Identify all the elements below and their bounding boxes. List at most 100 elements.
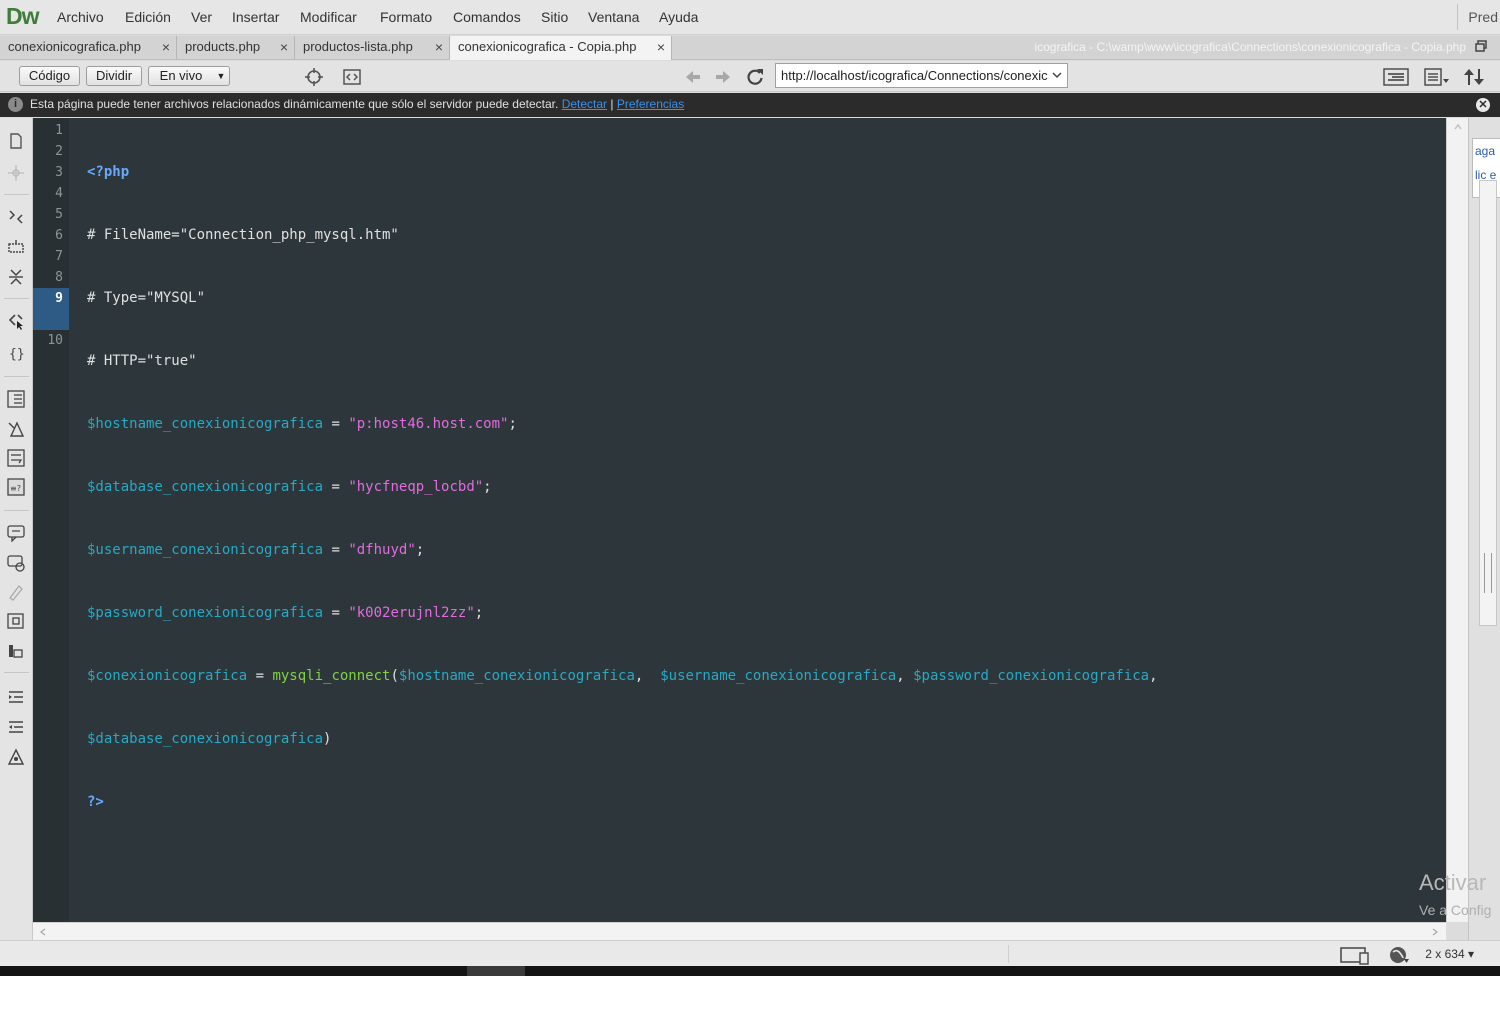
comment: # Type="MYSQL": [87, 290, 206, 306]
detect-link[interactable]: Detectar: [562, 97, 607, 111]
menu-ver[interactable]: Ver: [191, 9, 212, 25]
menu-comandos[interactable]: Comandos: [453, 9, 521, 25]
expand-all-icon[interactable]: [7, 268, 25, 286]
balance-braces-icon[interactable]: {}: [7, 344, 25, 362]
toolbar-divider: [4, 194, 29, 195]
menu-bar: Dw Archivo Edición Ver Insertar Modifica…: [0, 0, 1500, 35]
document-toolbar: Código Dividir En vivo ▼: [0, 61, 1500, 92]
menu-ayuda[interactable]: Ayuda: [659, 9, 698, 25]
comment: # HTTP="true": [87, 353, 197, 369]
inspect-icon[interactable]: [304, 67, 324, 87]
collapse-full-tag-icon[interactable]: [7, 208, 25, 226]
code-content[interactable]: <?php # FileName="Connection_php_mysql.h…: [87, 120, 1158, 855]
variable: $conexionicografica: [87, 668, 248, 684]
tab-conexionicografica-copia[interactable]: conexionicografica - Copia.php ×: [450, 36, 672, 60]
line-number: 5: [55, 207, 63, 222]
tab-productos-lista[interactable]: productos-lista.php ×: [295, 36, 450, 59]
workspace-switcher[interactable]: Pred: [1468, 9, 1498, 25]
editor-horizontal-scrollbar[interactable]: [33, 922, 1446, 940]
preferences-link[interactable]: Preferencias: [617, 97, 684, 111]
toolbar-divider: [4, 510, 29, 511]
app-logo: Dw: [6, 3, 39, 29]
menu-modificar[interactable]: Modificar: [300, 9, 357, 25]
globe-icon[interactable]: [1388, 945, 1410, 965]
syntax-error-alerts-icon[interactable]: [7, 449, 25, 467]
punctuation: ,: [896, 668, 914, 684]
editor-vertical-scrollbar[interactable]: [1446, 118, 1468, 922]
refresh-icon[interactable]: [745, 67, 765, 87]
open-documents-icon[interactable]: [7, 132, 25, 150]
line-number: 6: [55, 228, 63, 243]
line-number: 7: [55, 249, 63, 264]
menu-sitio[interactable]: Sitio: [541, 9, 568, 25]
panel-scrollbar[interactable]: [1479, 180, 1497, 626]
code-line-10: ?>: [87, 792, 1158, 813]
word-wrap-icon[interactable]: ≡?: [7, 478, 25, 496]
remove-comment-icon[interactable]: [7, 554, 25, 572]
recent-snippets-icon[interactable]: [7, 612, 25, 630]
view-options-icon[interactable]: [1424, 67, 1450, 87]
close-icon[interactable]: ×: [435, 36, 443, 58]
window-size-display[interactable]: 2 x 634 ▾: [1425, 947, 1474, 961]
taskbar: [0, 966, 1500, 976]
menu-ventana[interactable]: Ventana: [588, 9, 639, 25]
address-input[interactable]: http://localhost/icografica/Connections/…: [775, 63, 1068, 88]
show-code-navigator-icon[interactable]: [7, 164, 25, 182]
move-css-icon[interactable]: [7, 642, 25, 660]
close-icon[interactable]: ✕: [1476, 98, 1490, 112]
indent-code-icon[interactable]: [7, 688, 25, 706]
line-numbers-icon[interactable]: [7, 390, 25, 408]
live-code-icon[interactable]: [342, 67, 362, 87]
restore-window-icon[interactable]: [1474, 39, 1488, 53]
live-view-dropdown[interactable]: ▼: [213, 66, 230, 86]
highlight-invalid-code-icon[interactable]: [7, 420, 25, 438]
punctuation: (: [390, 668, 399, 684]
variable: $database_conexionicografica: [87, 731, 324, 747]
sync-arrows-icon[interactable]: [1462, 67, 1486, 87]
live-view-button[interactable]: En vivo: [148, 66, 214, 86]
menu-insertar[interactable]: Insertar: [232, 9, 279, 25]
toolbar-divider: [4, 672, 29, 673]
back-arrow-icon[interactable]: [683, 67, 703, 87]
punctuation: ,: [634, 668, 661, 684]
code-line-5: $hostname_conexionicografica = "p:host46…: [87, 414, 1158, 435]
code-editor[interactable]: 1 2 3 4 5 6 7 8 9 10 <?php # FileName="C…: [33, 118, 1446, 922]
close-icon[interactable]: ×: [280, 36, 288, 58]
scrollbar-grip[interactable]: [1484, 553, 1492, 593]
menu-formato[interactable]: Formato: [380, 9, 432, 25]
php-close-tag: ?>: [87, 794, 104, 810]
taskbar-button[interactable]: [467, 966, 525, 976]
chevron-down-icon[interactable]: [1050, 68, 1064, 82]
svg-text:{}: {}: [9, 347, 25, 362]
string: "dfhuyd": [348, 542, 416, 558]
string: "k002erujnl2zz": [348, 605, 475, 621]
chevron-right-icon[interactable]: [1430, 927, 1440, 937]
menu-edicion[interactable]: Edición: [125, 9, 171, 25]
code-view-button[interactable]: Código: [19, 66, 80, 86]
split-view-button[interactable]: Dividir: [86, 66, 142, 86]
variable: $password_conexionicografica: [87, 605, 324, 621]
apply-comment-icon[interactable]: [7, 524, 25, 542]
status-segment: [1008, 945, 1168, 963]
outdent-code-icon[interactable]: [7, 718, 25, 736]
tab-conexionicografica[interactable]: conexionicografica.php ×: [0, 36, 177, 59]
punctuation: ;: [508, 416, 517, 432]
wrap-tag-icon[interactable]: [7, 583, 25, 601]
select-parent-tag-icon[interactable]: [7, 312, 25, 330]
chevron-left-icon[interactable]: [38, 927, 48, 937]
toolbar-divider: [4, 298, 29, 299]
close-icon[interactable]: ×: [657, 36, 665, 58]
menu-archivo[interactable]: Archivo: [57, 9, 104, 25]
chevron-up-icon[interactable]: [1453, 122, 1463, 132]
collapse-selection-icon[interactable]: [7, 239, 25, 257]
file-management-icon[interactable]: [1383, 67, 1409, 87]
svg-text:≡?: ≡?: [10, 484, 21, 493]
format-source-code-icon[interactable]: [7, 748, 25, 766]
device-preview-icon[interactable]: [1340, 945, 1370, 965]
forward-arrow-icon[interactable]: [713, 67, 733, 87]
close-icon[interactable]: ×: [162, 36, 170, 58]
line-number: 4: [55, 186, 63, 201]
tab-products[interactable]: products.php ×: [177, 36, 295, 59]
line-number: 8: [55, 270, 63, 285]
code-line-9-wrap: $database_conexionicografica): [87, 729, 1158, 750]
